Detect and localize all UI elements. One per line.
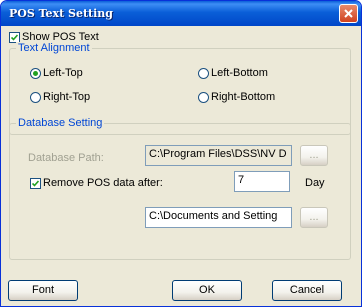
close-icon (344, 9, 353, 18)
database-setting-group (9, 123, 351, 260)
database-setting-group-label: Database Setting (16, 117, 105, 129)
radio-right-bottom[interactable]: Right-Bottom (198, 91, 275, 103)
ok-button[interactable]: OK (172, 280, 242, 301)
radio-left-bottom-label: Left-Bottom (211, 67, 268, 79)
dialog-body: Show POS Text Text Alignment Left-Top Le… (4, 26, 358, 303)
pos-text-setting-dialog: POS Text Setting Show POS Text Text Alig… (0, 0, 362, 307)
radio-selected-dot (33, 70, 38, 76)
radio-left-top-button[interactable] (30, 67, 41, 79)
window-title: POS Text Setting (9, 7, 113, 20)
radio-right-top-button[interactable] (30, 91, 41, 103)
cancel-button[interactable]: Cancel (272, 280, 342, 301)
database-path-browse-button[interactable]: ... (300, 145, 328, 166)
second-path-field[interactable]: C:\Documents and Setting (145, 207, 292, 228)
radio-right-bottom-button[interactable] (198, 91, 209, 103)
radio-left-bottom[interactable]: Left-Bottom (198, 67, 268, 79)
remove-checkbox-box[interactable] (30, 177, 41, 189)
radio-right-top-label: Right-Top (43, 91, 91, 103)
second-path-browse-button[interactable]: ... (300, 207, 328, 228)
title-bar[interactable]: POS Text Setting (1, 1, 361, 26)
database-path-label: Database Path: (28, 152, 104, 164)
check-icon (11, 33, 18, 41)
days-field[interactable]: 7 (234, 171, 290, 192)
remove-pos-data-checkbox[interactable]: Remove POS data after: (30, 177, 163, 189)
font-button[interactable]: Font (8, 280, 78, 301)
radio-right-top[interactable]: Right-Top (30, 91, 90, 103)
days-unit-label: Day (305, 177, 325, 189)
check-icon (32, 179, 39, 187)
radio-left-top[interactable]: Left-Top (30, 67, 83, 79)
remove-pos-data-label: Remove POS data after: (43, 177, 163, 189)
close-button[interactable] (339, 4, 358, 23)
text-alignment-group-label: Text Alignment (16, 42, 92, 54)
radio-left-bottom-button[interactable] (198, 67, 209, 79)
database-path-field[interactable]: C:\Program Files\DSS\NV D (145, 145, 292, 166)
checkbox-box[interactable] (9, 31, 20, 43)
radio-left-top-label: Left-Top (43, 67, 83, 79)
radio-right-bottom-label: Right-Bottom (211, 91, 276, 103)
